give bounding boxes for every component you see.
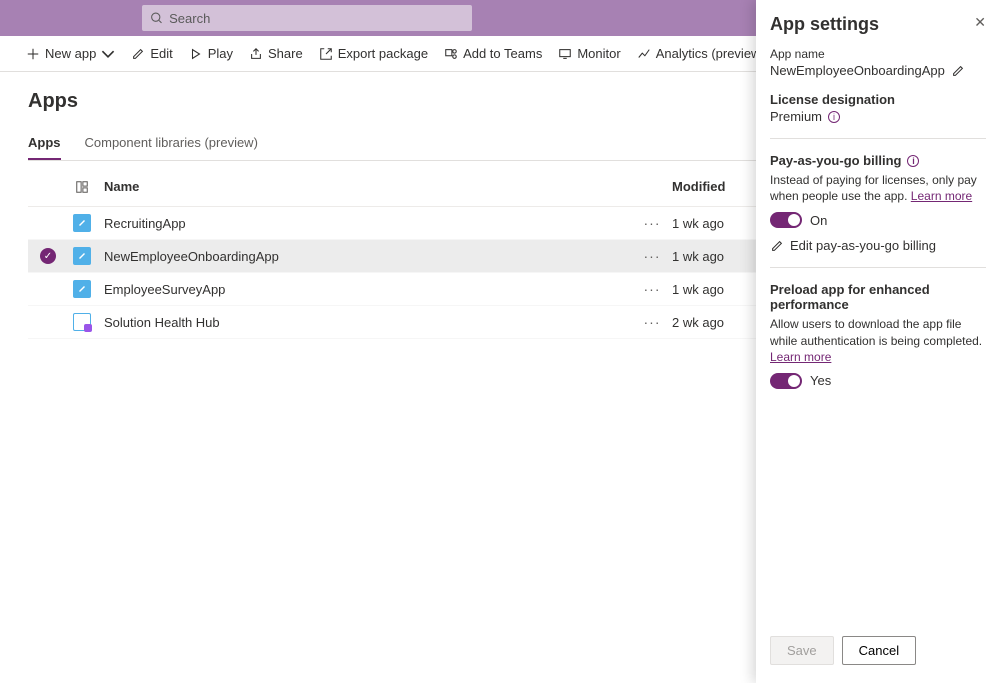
chevron-down-icon xyxy=(101,47,115,61)
app-name-label: App name xyxy=(770,47,986,61)
monitor-button[interactable]: Monitor xyxy=(552,42,626,65)
chart-icon xyxy=(637,47,651,61)
play-icon xyxy=(189,47,203,61)
play-button[interactable]: Play xyxy=(183,42,239,65)
more-actions-button[interactable]: ··· xyxy=(644,281,661,297)
cancel-button[interactable]: Cancel xyxy=(842,636,916,665)
learn-more-link[interactable]: Learn more xyxy=(770,350,831,364)
learn-more-link[interactable]: Learn more xyxy=(911,189,972,203)
edit-app-name-icon[interactable] xyxy=(951,64,965,78)
edit-button[interactable]: Edit xyxy=(125,42,178,65)
tab-component-libraries[interactable]: Component libraries (preview) xyxy=(85,129,258,160)
analytics-button[interactable]: Analytics (preview) xyxy=(631,42,771,65)
license-value: Premium xyxy=(770,109,822,124)
more-actions-button[interactable]: ··· xyxy=(644,248,661,264)
pencil-icon xyxy=(770,239,784,253)
preload-toggle-label: Yes xyxy=(810,373,831,388)
monitor-icon xyxy=(558,47,572,61)
payg-toggle-label: On xyxy=(810,213,827,228)
app-settings-panel: App settings ✕ App name NewEmployeeOnboa… xyxy=(756,0,1000,683)
payg-toggle[interactable] xyxy=(770,212,802,228)
app-name-cell: EmployeeSurveyApp xyxy=(96,282,632,297)
app-type-icon xyxy=(73,280,91,298)
info-icon[interactable]: i xyxy=(907,155,919,167)
preload-toggle[interactable] xyxy=(770,373,802,389)
teams-button[interactable]: Add to Teams xyxy=(438,42,548,65)
search-box[interactable] xyxy=(142,5,472,31)
app-name-cell: NewEmployeeOnboardingApp xyxy=(96,249,632,264)
col-name-header[interactable]: Name xyxy=(96,179,632,194)
license-label: License designation xyxy=(770,92,986,107)
app-name-cell: Solution Health Hub xyxy=(96,315,632,330)
app-type-icon xyxy=(73,214,91,232)
panel-title: App settings xyxy=(770,14,879,35)
app-name-cell: RecruitingApp xyxy=(96,216,632,231)
new-app-button[interactable]: New app xyxy=(20,42,121,65)
share-icon xyxy=(249,47,263,61)
more-actions-button[interactable]: ··· xyxy=(644,314,661,330)
app-name-value: NewEmployeeOnboardingApp xyxy=(770,63,945,78)
search-input[interactable] xyxy=(169,11,464,26)
share-button[interactable]: Share xyxy=(243,42,309,65)
app-type-icon xyxy=(73,313,91,331)
teams-icon xyxy=(444,47,458,61)
payg-title: Pay-as-you-go billing xyxy=(770,153,901,168)
panel-footer: Save Cancel xyxy=(756,626,1000,683)
tab-apps[interactable]: Apps xyxy=(28,129,61,160)
preload-title: Preload app for enhanced performance xyxy=(770,282,986,312)
close-button[interactable]: ✕ xyxy=(974,14,986,31)
export-icon xyxy=(319,47,333,61)
more-actions-button[interactable]: ··· xyxy=(644,215,661,231)
info-icon[interactable]: i xyxy=(828,111,840,123)
plus-icon xyxy=(26,47,40,61)
app-type-icon xyxy=(73,247,91,265)
edit-payg-button[interactable]: Edit pay-as-you-go billing xyxy=(770,238,986,253)
preload-desc: Allow users to download the app file whi… xyxy=(770,317,982,347)
layout-icon[interactable] xyxy=(68,180,96,194)
save-button[interactable]: Save xyxy=(770,636,834,665)
pencil-icon xyxy=(131,47,145,61)
export-button[interactable]: Export package xyxy=(313,42,434,65)
check-icon: ✓ xyxy=(40,248,56,264)
search-icon xyxy=(150,11,163,25)
